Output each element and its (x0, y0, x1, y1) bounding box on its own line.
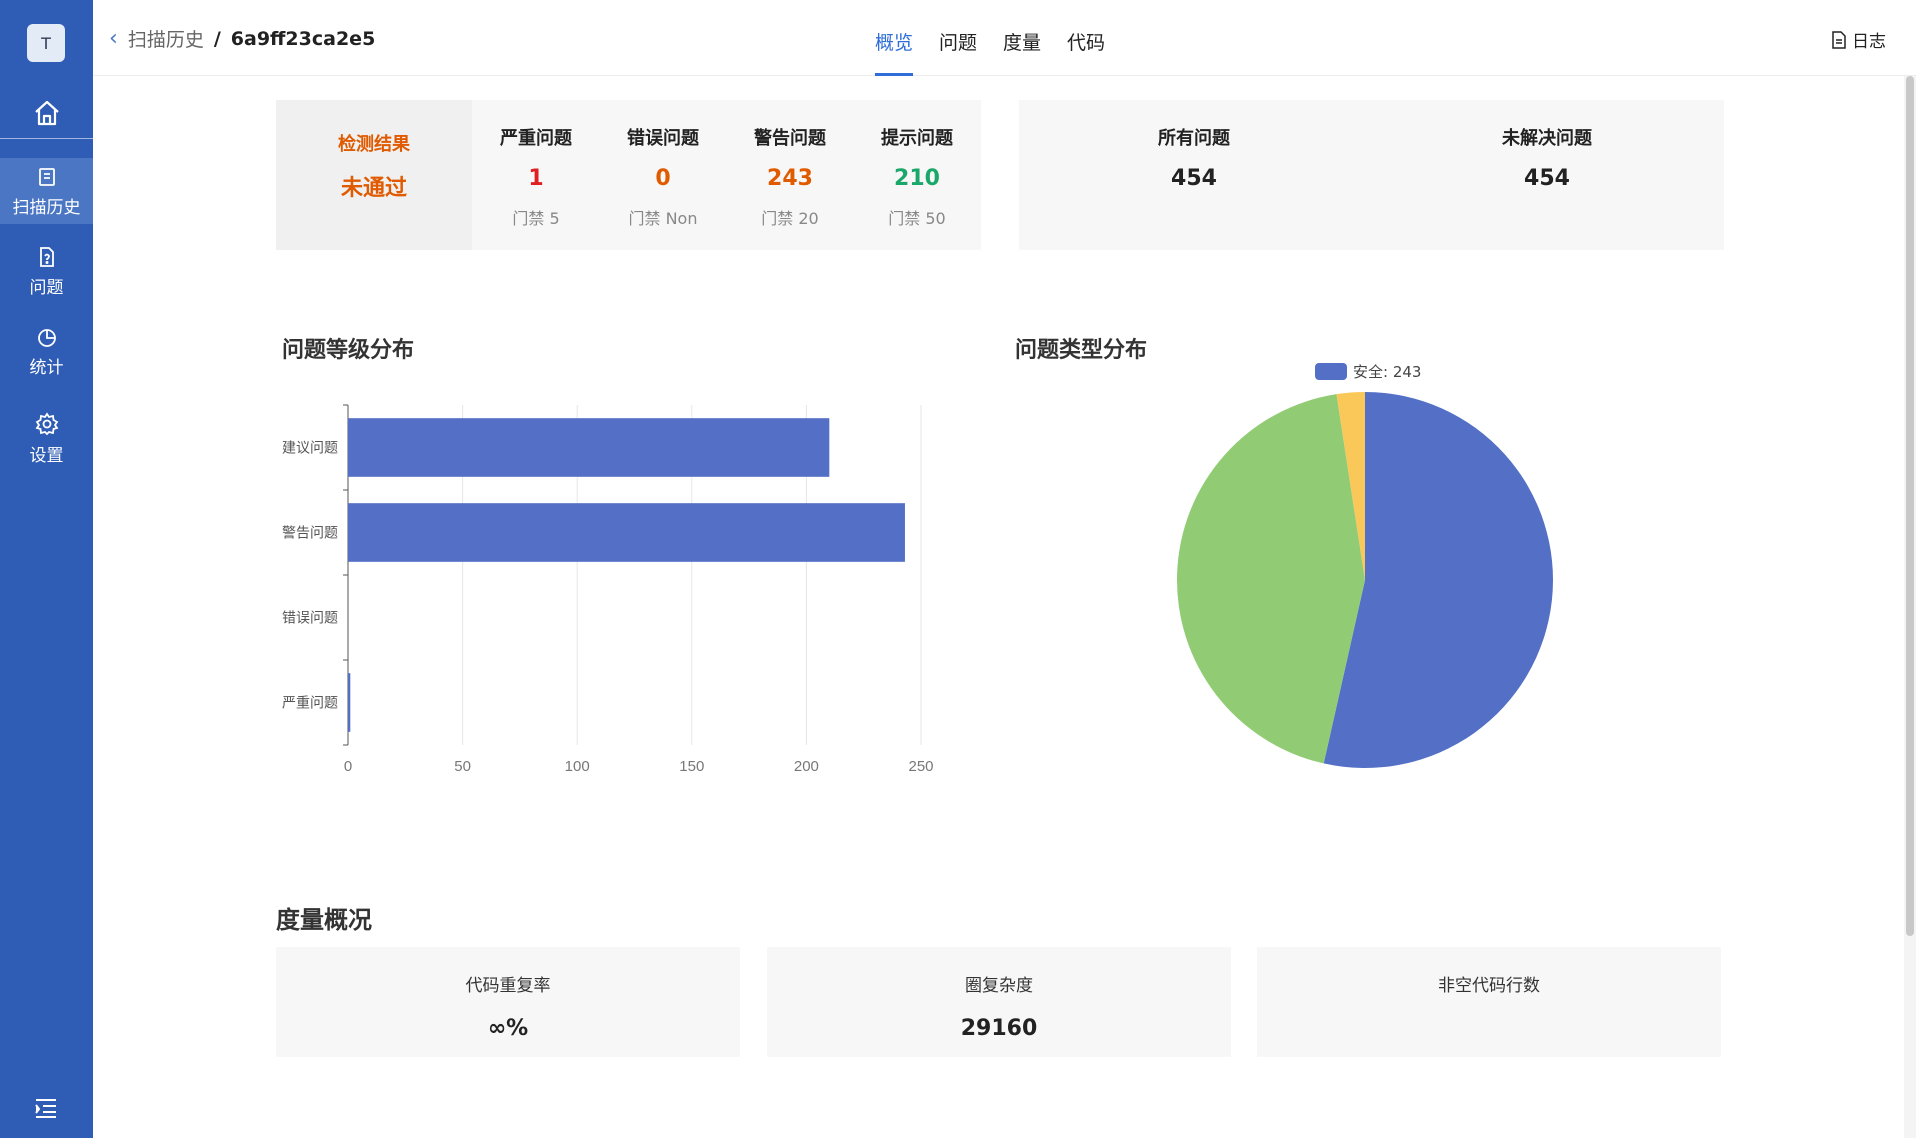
metric-critical: 严重问题 1 门禁 5 (472, 100, 600, 229)
pie-chart-icon (37, 329, 56, 347)
back-chevron-icon[interactable]: ‹ (109, 26, 118, 51)
breadcrumb: ‹ 扫描历史 / 6a9ff23ca2e5 (109, 25, 375, 52)
breadcrumb-separator: / (213, 27, 221, 50)
legend-swatch (1315, 363, 1347, 380)
metric-value: 243 (767, 166, 813, 191)
sidebar-item-label: 问题 (29, 278, 64, 298)
bar (348, 503, 905, 562)
bar (348, 673, 351, 732)
top-bar: ‹ 扫描历史 / 6a9ff23ca2e5 概览 问题 度量 代码 日志 (93, 0, 1916, 76)
sidebar-item-label: 设置 (29, 446, 64, 466)
category-label: 严重问题 (282, 696, 338, 712)
measure-card-ncloc: 非空代码行数 (1257, 947, 1721, 1057)
metric-gate: 门禁 Non (628, 209, 698, 228)
bar (348, 418, 830, 477)
metric-error: 错误问题 0 门禁 Non (599, 100, 727, 229)
type-chart-title: 问题类型分布 (1015, 338, 1148, 363)
breadcrumb-current: 6a9ff23ca2e5 (230, 27, 376, 50)
home-icon[interactable] (0, 88, 93, 138)
category-label: 警告问题 (282, 526, 338, 542)
tick-label: 0 (344, 758, 352, 775)
metric-gate: 门禁 20 (761, 209, 819, 228)
level-bar-chart: 0 50 100 150 200 250 建议问题警告问题错误问题严重问题 (282, 404, 934, 775)
sidebar: T 扫描历史 问题 统计 设置 (0, 0, 93, 1138)
measures-title: 度量概况 (276, 906, 372, 934)
tick-label: 50 (454, 758, 471, 775)
metric-gate: 门禁 50 (888, 209, 946, 228)
metric-value: 0 (655, 166, 671, 191)
document-icon (1832, 30, 1846, 49)
metric-value: 210 (894, 166, 940, 191)
sidebar-item-label: 扫描历史 (12, 198, 81, 218)
metric-hint: 提示问题 210 门禁 50 (853, 100, 981, 229)
tab-bar: 概览 问题 度量 代码 (875, 0, 1105, 76)
metric-name: 警告问题 (754, 128, 826, 149)
total-value: 454 (1171, 166, 1217, 191)
avatar[interactable]: T (27, 24, 65, 62)
measure-name: 非空代码行数 (1438, 976, 1540, 996)
tab-overview[interactable]: 概览 (875, 0, 914, 76)
metric-gate: 门禁 5 (512, 209, 560, 228)
sidebar-item-issues[interactable]: 问题 (0, 238, 93, 304)
collapse-menu-icon[interactable] (33, 1097, 59, 1123)
breadcrumb-parent[interactable]: 扫描历史 (128, 25, 204, 52)
measure-card-complexity: 圈复杂度 29160 (767, 947, 1231, 1057)
detection-result: 检测结果 未通过 (276, 100, 472, 250)
measure-name: 代码重复率 (465, 976, 551, 996)
tick-label: 200 (794, 758, 819, 775)
tick-label: 100 (565, 758, 590, 775)
sidebar-divider (0, 138, 93, 139)
sidebar-item-stats[interactable]: 统计 (0, 318, 93, 384)
metric-warning: 警告问题 243 门禁 20 (726, 100, 854, 229)
scrollbar-thumb[interactable] (1906, 76, 1914, 936)
document-question-icon (39, 247, 54, 267)
tick-label: 150 (679, 758, 704, 775)
log-button[interactable]: 日志 (1831, 27, 1886, 52)
total-value: 454 (1524, 166, 1570, 191)
category-label: 建议问题 (282, 441, 338, 457)
result-value: 未通过 (340, 176, 407, 201)
metric-name: 提示问题 (881, 128, 953, 149)
total-all-issues: 所有问题 454 (1074, 100, 1314, 191)
measure-name: 圈复杂度 (965, 976, 1033, 996)
type-pie-chart: 安全: 243 (1177, 363, 1553, 768)
legend-label: 安全: 243 (1353, 363, 1421, 381)
metric-name: 严重问题 (500, 128, 572, 149)
measure-value: ∞% (487, 1016, 529, 1041)
gear-icon (35, 412, 58, 436)
measure-card-duplication: 代码重复率 ∞% (276, 947, 740, 1057)
tab-code[interactable]: 代码 (1067, 0, 1105, 76)
sidebar-item-label: 统计 (29, 358, 64, 378)
metric-value: 1 (528, 166, 544, 191)
history-icon (38, 168, 55, 186)
result-title: 检测结果 (338, 134, 410, 155)
metric-name: 错误问题 (627, 128, 699, 149)
sidebar-item-settings[interactable]: 设置 (0, 404, 93, 470)
tab-issues[interactable]: 问题 (939, 0, 977, 76)
measure-value: 29160 (960, 1016, 1038, 1041)
category-label: 错误问题 (282, 611, 338, 627)
total-name: 所有问题 (1158, 128, 1230, 149)
sidebar-item-scan-history[interactable]: 扫描历史 (0, 158, 93, 224)
level-chart-title: 问题等级分布 (282, 338, 415, 363)
total-unresolved-issues: 未解决问题 454 (1427, 100, 1667, 191)
log-label: 日志 (1852, 32, 1886, 52)
total-name: 未解决问题 (1502, 128, 1592, 149)
tick-label: 250 (908, 758, 933, 775)
tab-measures[interactable]: 度量 (1003, 0, 1041, 76)
